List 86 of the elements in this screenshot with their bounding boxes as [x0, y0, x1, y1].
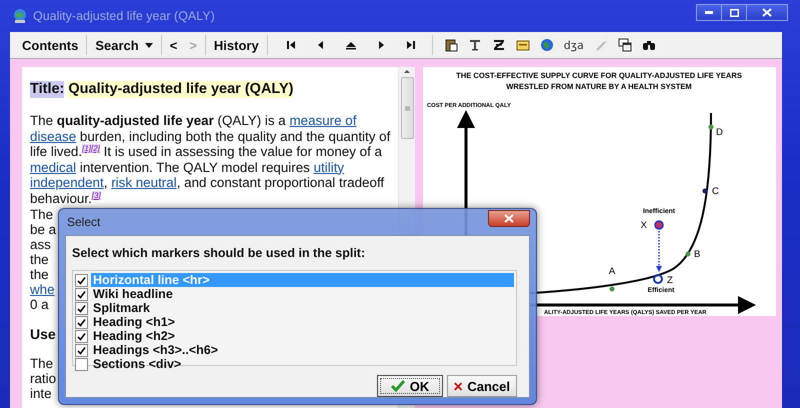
toolbar-button[interactable]: Contents — [16, 34, 84, 56]
text-line: The — [30, 207, 54, 222]
grip-icon — [404, 106, 410, 110]
minimize-button[interactable] — [696, 4, 722, 21]
text-line: 0 a — [30, 297, 49, 312]
text-line: ratio — [30, 371, 56, 386]
dialog-close-button[interactable] — [488, 210, 530, 227]
inefficient-point — [654, 220, 664, 230]
cross-icon — [454, 380, 462, 392]
phonetic-button[interactable]: dʒa — [562, 38, 586, 52]
maximize-button[interactable] — [721, 4, 747, 21]
align-icon — [492, 38, 506, 52]
text-format-icon — [468, 38, 482, 52]
reference-link[interactable]: [1][2] — [82, 144, 100, 153]
article-link[interactable]: medical — [30, 160, 76, 174]
app-icon — [12, 8, 28, 24]
globe-button[interactable] — [540, 37, 554, 53]
checkmark-icon — [390, 380, 405, 392]
dialog-title: Select — [66, 215, 100, 229]
globe-icon — [540, 38, 554, 52]
cancel-button[interactable]: Cancel — [447, 375, 517, 397]
caret-icon — [144, 42, 153, 48]
checkbox[interactable] — [75, 358, 88, 370]
checkbox[interactable] — [75, 288, 88, 300]
text-line: the — [30, 267, 49, 282]
efficient-point — [653, 274, 663, 284]
card-icon — [516, 38, 530, 52]
text-line: The — [30, 356, 54, 371]
curve-point — [686, 252, 690, 256]
list-item[interactable]: Splitmark — [91, 301, 514, 315]
article-link[interactable]: risk neutral — [111, 175, 177, 190]
checkbox[interactable] — [75, 344, 88, 356]
clipboard-button[interactable] — [444, 37, 458, 53]
checkbox[interactable] — [75, 316, 88, 328]
list-item[interactable]: Wiki headline — [91, 287, 514, 301]
title-label: Title: — [30, 81, 64, 98]
maximize-icon — [730, 8, 738, 16]
point-label: Z — [667, 275, 673, 286]
text-line: the — [30, 252, 49, 267]
wand-icon — [594, 38, 608, 52]
point-label: A — [608, 266, 616, 277]
windows-button[interactable] — [618, 37, 632, 53]
clipboard-icon — [444, 38, 458, 52]
text-line: inte — [30, 386, 52, 401]
binoculars-icon — [642, 38, 656, 52]
text-line: ass — [30, 237, 51, 252]
scroll-thumb[interactable] — [400, 77, 414, 139]
ok-button[interactable]: OK — [377, 375, 443, 397]
point-label: D — [716, 127, 723, 138]
article-paragraph: The quality-adjusted life year (QALY) is a measure of disease burden, including both the quality and the quantity of life lived.$^{[1][2]}$ It is used in assessing the value for money of a medical intervention. The QALY model requires utility independent, risk neutral, and constant proportional tradeoff behaviour.$^{[3]}$ — [30, 113, 392, 206]
toolbar-button[interactable]: History — [208, 34, 265, 56]
text-format-button[interactable] — [468, 37, 482, 53]
checkbox[interactable] — [75, 330, 88, 342]
text-line: be a — [30, 222, 56, 237]
article-link[interactable]: utility — [314, 160, 344, 174]
windows-icon — [618, 38, 632, 52]
curve-point — [610, 286, 614, 292]
reference-link[interactable]: [3] — [92, 190, 101, 200]
list-item[interactable]: Sections <div> — [91, 357, 514, 371]
curve-point — [708, 124, 714, 130]
list-item[interactable]: Headings <h3>..<h6> — [91, 343, 514, 357]
search-dropdown[interactable]: Search — [89, 34, 159, 56]
article-link[interactable]: measure of — [289, 113, 356, 128]
minimize-icon — [705, 11, 713, 14]
list-item[interactable]: Heading <h2> — [91, 329, 514, 343]
article-link[interactable]: independent — [30, 175, 104, 190]
article-link[interactable]: whe — [30, 282, 55, 297]
article-link[interactable]: disease — [30, 128, 76, 144]
close-button[interactable] — [746, 4, 788, 21]
scroll-up-icon — [403, 67, 411, 75]
article-title: Quality-adjusted life year (QALY) — [68, 81, 294, 98]
checkbox[interactable] — [75, 302, 88, 314]
section-heading: Use — [30, 327, 56, 342]
dialog-prompt: Select which markers should be used in the split: — [72, 246, 366, 260]
close-icon — [504, 214, 514, 223]
list-item[interactable]: Heading <h1> — [91, 315, 514, 329]
window-title: Quality-adjusted life year (QALY) — [33, 9, 216, 23]
point-label: X — [640, 220, 647, 231]
nav-button[interactable]: < — [164, 34, 184, 56]
align-button[interactable] — [492, 37, 506, 53]
checkbox[interactable] — [75, 274, 88, 286]
close-icon — [762, 8, 772, 17]
point-label: B — [694, 249, 700, 260]
dotted-arrow — [656, 231, 662, 272]
curve-point — [702, 188, 708, 194]
point-label: C — [712, 186, 719, 197]
